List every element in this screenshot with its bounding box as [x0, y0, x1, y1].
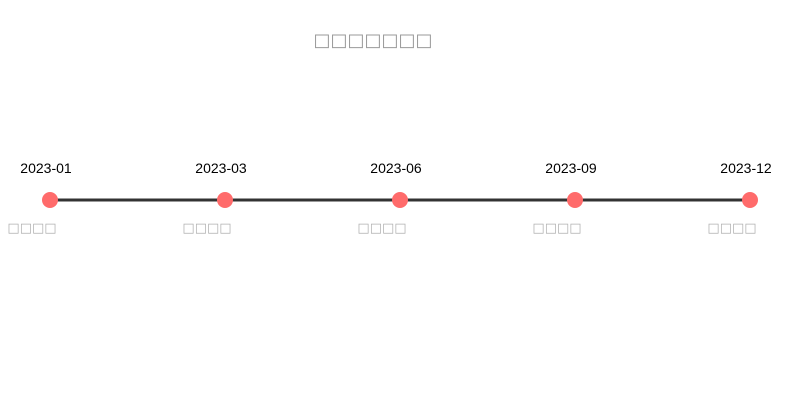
milestone-date: 2023-01 — [20, 160, 72, 176]
milestone-date: 2023-09 — [545, 160, 597, 176]
milestone-label: □□□□ — [707, 221, 756, 236]
milestone-node — [42, 192, 58, 208]
milestone-node — [392, 192, 408, 208]
milestone-date: 2023-12 — [720, 160, 772, 176]
milestone-label: □□□□ — [7, 221, 56, 236]
milestone-label: □□□□ — [532, 221, 581, 236]
milestone-group: 2023-01 □□□□ 2023-03 □□□□ 2023-06 □□□□ 2023-09… — [7, 160, 771, 236]
milestone-node — [742, 192, 758, 208]
milestone-label: □□□□ — [357, 221, 406, 236]
milestone-node — [567, 192, 583, 208]
milestone-label: □□□□ — [182, 221, 231, 236]
milestone-node — [217, 192, 233, 208]
milestone-date: 2023-06 — [370, 160, 422, 176]
timeline-diagram: 2023-01 □□□□ 2023-03 □□□□ 2023-06 □□□□ 2023-09… — [7, 160, 771, 236]
milestone-date: 2023-03 — [195, 160, 247, 176]
